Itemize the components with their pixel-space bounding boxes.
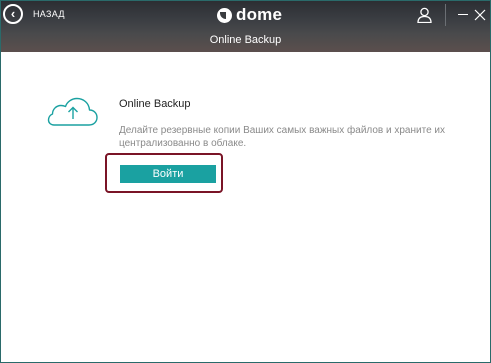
login-button[interactable]: Войти	[120, 165, 216, 183]
description: Делайте резервные копии Ваших самых важн…	[119, 125, 445, 149]
main-content: Online Backup Делайте резервные копии Ва…	[1, 52, 490, 362]
minimize-icon[interactable]	[458, 14, 468, 15]
header-toolbar: ‹ НАЗАД dome	[1, 1, 490, 29]
close-icon[interactable]	[473, 8, 487, 22]
header: ‹ НАЗАД dome Online Backup	[1, 1, 490, 52]
back-button[interactable]: ‹	[3, 4, 23, 24]
section-title: Online Backup	[209, 34, 282, 46]
dome-logo: dome	[217, 5, 282, 25]
chevron-left-icon: ‹	[10, 6, 16, 21]
brand-name: dome	[236, 5, 283, 24]
login-highlight: Войти	[105, 153, 223, 193]
page-title: Online Backup	[119, 98, 191, 110]
user-icon[interactable]	[417, 7, 432, 23]
cloud-upload-icon	[47, 97, 98, 126]
app-window: ‹ НАЗАД dome Online Backup Online Backup…	[0, 0, 491, 363]
dome-logo-icon	[217, 7, 232, 23]
header-divider	[445, 4, 446, 26]
back-label[interactable]: НАЗАД	[33, 9, 65, 19]
